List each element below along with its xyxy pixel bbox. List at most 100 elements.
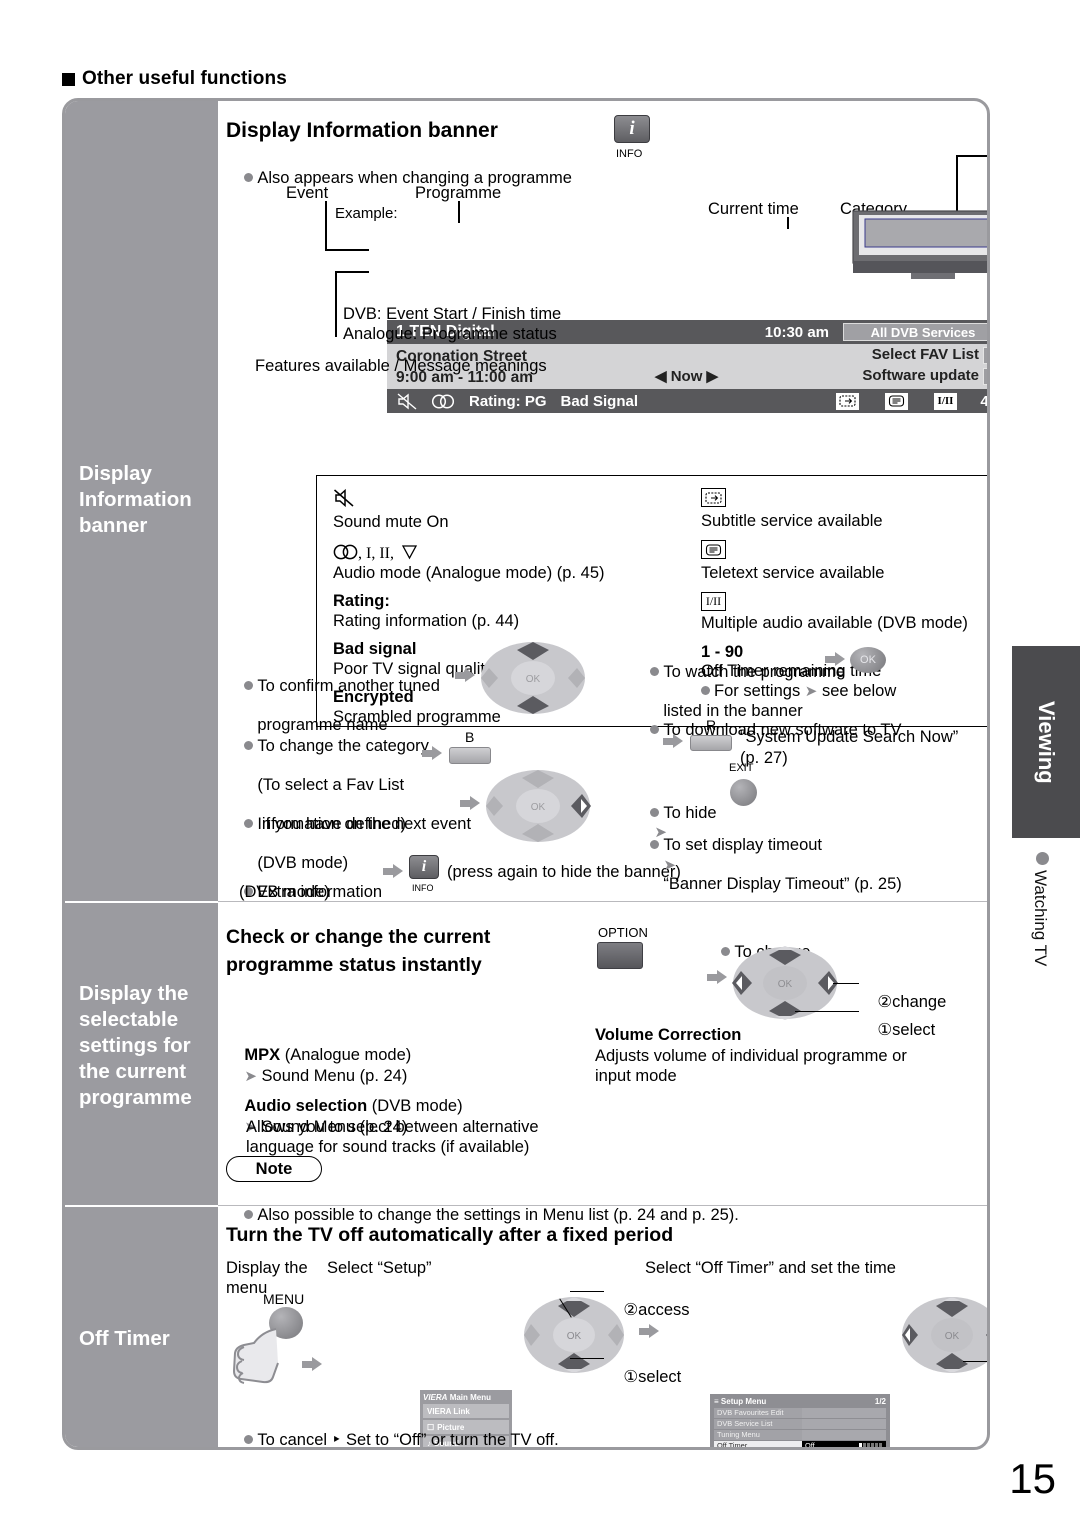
setup-menu-page: 1/2: [874, 1397, 886, 1406]
feature-mute-desc: Sound mute On: [333, 513, 449, 531]
action-display-timeout-ref: ➤ “Banner Display Timeout” (p. 25): [663, 856, 902, 894]
feature-rating-title: Rating:: [333, 592, 390, 610]
hand-pointer-icon: [232, 1328, 279, 1384]
banner-software-update: Software update: [862, 367, 979, 384]
dpad-set-select-control[interactable]: OK: [901, 1296, 990, 1374]
section3-note-2: To display the remaining time ‣ Informat…: [226, 1432, 689, 1447]
section3-step1-line1: Display the: [226, 1259, 308, 1277]
feature-audio-mode-desc: Audio mode (Analogue mode) (p. 45): [333, 563, 605, 582]
feature-mute: Sound mute On: [333, 488, 683, 533]
teletext-icon: [885, 392, 908, 410]
callout-current-time: Current time: [708, 200, 799, 218]
banner-note-2: Analogue: Programme status: [343, 325, 557, 343]
section3-select: ①select: [623, 1367, 682, 1386]
leader-line-event-h: [325, 249, 369, 251]
section2-title-line1: Check or change the current: [226, 926, 491, 948]
feature-teletext-desc: Teletext service available: [701, 563, 885, 582]
section2-audio-extra2: language for sound tracks (if available): [246, 1138, 530, 1156]
menu-button-label: MENU: [263, 1291, 305, 1307]
leader-select: [795, 1011, 859, 1013]
bullet-icon: [244, 680, 254, 690]
content-frame: Display Information banner Display the s…: [62, 98, 990, 1450]
banner-status-row: Rating: PG Bad Signal I/II 45: [387, 389, 987, 413]
option-button[interactable]: [597, 942, 643, 969]
r-button-label: R: [706, 717, 717, 733]
leader-change: [833, 983, 859, 985]
setup-row[interactable]: Tuning Menu: [714, 1429, 886, 1440]
leader-line-time-v: [335, 271, 337, 337]
callout-event: Event: [286, 184, 329, 202]
callout-example: Example:: [335, 205, 398, 222]
setup-row[interactable]: DVB Favourites Edit: [714, 1408, 886, 1418]
sidebar-item-display-information-banner: Display Information banner: [79, 462, 192, 537]
setup-row[interactable]: DVB Service List: [714, 1418, 886, 1429]
section-sidebar: [65, 101, 218, 1447]
leader-access-h: [570, 1291, 604, 1293]
exit-button[interactable]: [730, 779, 757, 806]
feature-rating: Rating: Rating information (p. 44): [333, 592, 683, 631]
b-button[interactable]: [449, 747, 491, 764]
features-caption: Features available / Message meanings: [255, 357, 547, 375]
info-button-icon[interactable]: i: [409, 855, 439, 879]
svg-text:OK: OK: [945, 1331, 960, 1342]
svg-text:, I, II,: , I, II,: [358, 545, 394, 562]
side-tab-watching-tv: Watching TV: [1030, 852, 1050, 971]
section1-subtitle: Also appears when changing a programme: [226, 149, 572, 208]
stereo-icon: [431, 393, 455, 409]
feature-teletext: Teletext service available: [701, 540, 987, 583]
dpad-change-select-control[interactable]: OK: [732, 946, 838, 1020]
banner-bad-signal: Bad Signal: [560, 392, 639, 410]
feature-subtitle: Subtitle service available: [701, 488, 987, 531]
option-button-label: OPTION: [598, 925, 648, 940]
banner-now-indicator: ◀ Now ▶: [655, 368, 719, 385]
dpad-right-control[interactable]: OK: [485, 769, 591, 843]
ok-button-label: OK: [860, 654, 876, 666]
bullet-icon: [650, 724, 660, 734]
feature-rating-desc: Rating information (p. 44): [333, 611, 520, 630]
r-button[interactable]: [690, 735, 732, 751]
side-tab-viewing: Viewing: [1012, 646, 1080, 838]
bullet-icon: [244, 1209, 254, 1219]
leader-select1-h: [570, 1358, 604, 1360]
action-extra-information-mode: (DVB mode): [239, 883, 330, 901]
leader-line-currenttime: [787, 217, 789, 229]
teletext-icon: [701, 540, 726, 559]
subtitle-icon: [836, 392, 859, 410]
setup-menu-mock: ≡ Setup Menu 1/2 DVB Favourites Edit DVB…: [710, 1394, 890, 1447]
multi-audio-icon: I/II: [934, 392, 957, 410]
leader-line-event: [325, 201, 327, 249]
sidebar-divider-2: [65, 1205, 218, 1207]
action-download-software-text: “System Update Search Now”: [740, 728, 959, 746]
page-header-label: Other useful functions: [82, 68, 287, 89]
setup-row-off-timer[interactable]: Off Timer Off: [714, 1440, 886, 1447]
side-tab-viewing-label: Viewing: [1034, 700, 1059, 784]
section2-volume-correction-line2: input mode: [595, 1067, 677, 1085]
bullet-icon: [244, 172, 254, 182]
info-button-label: INFO: [616, 148, 643, 160]
banner-select-fav-list: Select FAV List: [871, 346, 979, 363]
section2-audio-extra1: Allows you to select between alternative: [246, 1118, 539, 1136]
section3-step3: Select “Off Timer” and set the time: [645, 1259, 896, 1277]
list-icon: ≡: [714, 1397, 719, 1406]
ok-button[interactable]: OK: [850, 647, 886, 673]
feature-multi-audio-desc: Multiple audio available (DVB mode): [701, 614, 968, 632]
b-button-label: B: [465, 729, 475, 745]
info-button-icon[interactable]: i: [614, 115, 650, 143]
page-header: Other useful functions: [62, 68, 287, 90]
banner-note-1: DVB: Event Start / Finish time: [343, 305, 562, 323]
leader-line-tv-h: [956, 155, 987, 157]
feature-subtitle-desc: Subtitle service available: [701, 511, 883, 530]
multi-audio-icon: I/II: [701, 592, 726, 611]
section1-title: Display Information banner: [226, 119, 498, 142]
dpad-updown-control[interactable]: OK: [480, 641, 586, 715]
sidebar-divider-1: [65, 901, 218, 903]
mute-icon: [334, 488, 354, 508]
svg-text:OK: OK: [531, 802, 546, 813]
page-number: 15: [1009, 1455, 1056, 1502]
feature-multi-audio: I/II Multiple audio available (DVB mode): [701, 592, 987, 634]
tv-illustration: [852, 210, 987, 279]
bullet-icon: [244, 818, 254, 828]
audio-mode-icon: , I, II,: [333, 542, 683, 564]
leader-select2: [963, 1361, 987, 1363]
svg-text:OK: OK: [526, 674, 541, 685]
